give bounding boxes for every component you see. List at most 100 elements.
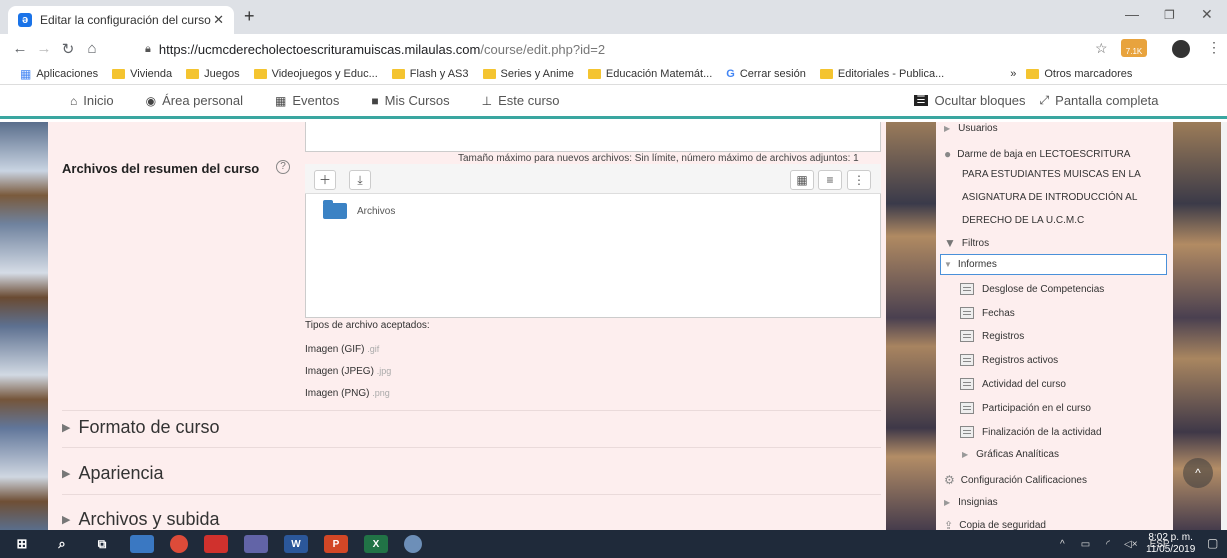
admin-unenrol-line[interactable]: ASIGNATURA DE INTRODUCCIÓN AL — [962, 192, 1137, 203]
window-close-icon[interactable]: ✕ — [1201, 6, 1213, 23]
nav-este-curso[interactable]: ⊥ Este curso — [482, 93, 560, 108]
section-formato-de-curso[interactable]: ▶ Formato de curso — [62, 417, 220, 438]
add-file-icon[interactable]: ＋ — [314, 170, 336, 190]
report-item[interactable]: Fechas — [960, 307, 1015, 319]
volume-icon[interactable]: ◁× — [1124, 539, 1138, 550]
minimize-icon[interactable]: — — [1125, 6, 1139, 22]
accepted-type: Imagen (GIF) .gif — [305, 344, 379, 355]
download-icon[interactable]: ⤓ — [349, 170, 371, 190]
admin-item-usuarios[interactable]: ▶ Usuarios — [944, 123, 998, 134]
admin-item-filtros[interactable]: ▼ Filtros — [944, 236, 989, 250]
word-icon[interactable]: W — [284, 535, 308, 553]
pdf-reader-icon[interactable] — [204, 535, 228, 553]
bookmark-apps[interactable]: ▦ Aplicaciones — [20, 67, 98, 81]
wifi-icon[interactable]: ◜ — [1106, 539, 1110, 550]
url-field[interactable]: 🔒︎ https://ucmcderecholectoescrituramuis… — [145, 39, 605, 59]
browser-tab[interactable]: ə Editar la configuración del curso ✕ — [8, 6, 234, 34]
admin-item-unenrol[interactable]: ● Darme de baja en LECTOESCRITURA — [944, 147, 1130, 161]
bookmark-vivienda[interactable]: Vivienda — [112, 68, 172, 80]
bookmark-otros[interactable]: Otros marcadores — [1026, 68, 1132, 80]
bookmark-educacion[interactable]: Educación Matemát... — [587, 68, 712, 80]
admin-item-calificaciones[interactable]: ⚙ Configuración Calificaciones — [944, 473, 1087, 487]
tray-chevron-icon[interactable]: ^ — [1060, 539, 1065, 550]
reload-icon[interactable]: ↻ — [56, 40, 80, 58]
tree-view-icon[interactable]: ⋮ — [847, 170, 871, 190]
grid-view-icon[interactable]: ▦ — [790, 170, 814, 190]
back-to-top-icon[interactable]: ^ — [1183, 458, 1213, 488]
bookmark-juegos[interactable]: Juegos — [186, 68, 240, 80]
task-view-icon[interactable]: ⧉ — [90, 535, 114, 553]
report-item[interactable]: Registros — [960, 330, 1024, 342]
summary-editor[interactable] — [305, 122, 881, 152]
report-item[interactable]: Desglose de Competencias — [960, 283, 1104, 295]
notifications-icon[interactable]: ▢ — [1207, 536, 1218, 550]
bookmark-editoriales[interactable]: Editoriales - Publica... — [819, 67, 945, 80]
bookmark-cerrar-sesion[interactable]: G Cerrar sesión — [726, 68, 806, 80]
nav-label: Ocultar bloques — [934, 93, 1026, 108]
windows-start-icon[interactable]: ⊞ — [10, 535, 34, 553]
hide-blocks-button[interactable]: ☰ Ocultar bloques — [913, 93, 1026, 108]
close-tab-icon[interactable]: ✕ — [213, 12, 224, 28]
help-icon[interactable]: ? — [276, 160, 290, 174]
home-icon[interactable]: ⌂ — [80, 40, 104, 57]
folder-icon[interactable] — [323, 200, 347, 219]
report-item[interactable]: Actividad del curso — [960, 378, 1066, 390]
report-label: Registros activos — [982, 354, 1059, 366]
section-archivos-y-subida[interactable]: ▶ Archivos y subida — [62, 509, 220, 530]
nav-label: Área personal — [162, 93, 244, 108]
excel-icon[interactable]: X — [364, 535, 388, 553]
app-icon[interactable] — [404, 535, 422, 553]
admin-item-informes[interactable]: ▼ Informes — [944, 259, 997, 270]
extension-icon[interactable]: 7.1K — [1121, 39, 1147, 57]
nav-eventos[interactable]: ▦ Eventos — [275, 93, 339, 108]
new-tab-button[interactable]: + — [244, 6, 255, 27]
admin-item-insignias[interactable]: ▶ Insignias — [944, 497, 998, 508]
menu-icon[interactable]: ⋮ — [1207, 39, 1221, 56]
user-icon: ● — [944, 147, 952, 161]
page-scrollbar[interactable] — [1221, 122, 1227, 530]
section-apariencia[interactable]: ▶ Apariencia — [62, 463, 164, 484]
profile-avatar[interactable] — [1172, 40, 1190, 58]
maximize-icon[interactable]: ❐ — [1164, 8, 1175, 22]
report-item[interactable]: Finalización de la actividad — [960, 426, 1102, 438]
report-item-graficas[interactable]: ▶ Gráficas Analíticas — [962, 449, 1059, 460]
file-explorer-icon[interactable] — [130, 535, 154, 553]
administration-block — [936, 122, 1173, 530]
nav-label: Mis Cursos — [384, 93, 450, 108]
back-icon[interactable]: ← — [8, 40, 32, 57]
bookmark-star-icon[interactable]: ☆ — [1095, 40, 1108, 57]
bookmark-flash[interactable]: Flash y AS3 — [391, 68, 469, 80]
list-view-icon[interactable]: ≡ — [818, 170, 842, 190]
report-icon — [960, 330, 974, 342]
taskbar-clock[interactable]: 8:02 p. m. 11/05/2019 — [1146, 532, 1195, 556]
bookmark-label: Editoriales - Publica... — [837, 67, 945, 80]
max-size-note: Tamaño máximo para nuevos archivos: Sin … — [458, 153, 859, 164]
battery-icon[interactable]: ▭ — [1081, 539, 1090, 550]
forward-icon[interactable]: → — [32, 40, 56, 57]
chrome-icon[interactable] — [170, 535, 188, 553]
search-icon[interactable]: ⌕ — [50, 535, 74, 553]
teams-icon[interactable] — [244, 535, 268, 553]
report-label: Gráficas Analíticas — [976, 449, 1059, 460]
report-icon — [960, 402, 974, 414]
bookmarks-more[interactable]: » — [1010, 68, 1016, 80]
report-item[interactable]: Registros activos — [960, 354, 1058, 366]
accepted-type: Imagen (JPEG) .jpg — [305, 366, 391, 377]
expanded-triangle-icon: ▼ — [944, 260, 952, 269]
folder-name[interactable]: Archivos — [357, 206, 395, 217]
nav-inicio[interactable]: ⌂ Inicio — [70, 93, 114, 108]
admin-unenrol-line[interactable]: DERECHO DE LA U.C.M.C — [962, 215, 1084, 226]
nav-label: Eventos — [292, 93, 340, 108]
powerpoint-icon[interactable]: P — [324, 535, 348, 553]
report-item[interactable]: Participación en el curso — [960, 402, 1091, 414]
fullscreen-button[interactable]: ⤢ Pantalla completa — [1040, 93, 1159, 108]
bookmark-series[interactable]: Series y Anime — [482, 68, 574, 80]
admin-unenrol-line[interactable]: PARA ESTUDIANTES MUISCAS EN LA — [962, 169, 1141, 180]
report-icon — [960, 426, 974, 438]
nav-label: Inicio — [83, 93, 114, 108]
section-title: Apariencia — [78, 463, 164, 483]
nav-area-personal[interactable]: ◉ Área personal — [146, 93, 243, 108]
bookmark-videojuegos[interactable]: Videojuegos y Educ... — [253, 68, 378, 80]
nav-mis-cursos[interactable]: ■ Mis Cursos — [371, 93, 449, 108]
type-name: Imagen (JPEG) — [305, 366, 374, 377]
